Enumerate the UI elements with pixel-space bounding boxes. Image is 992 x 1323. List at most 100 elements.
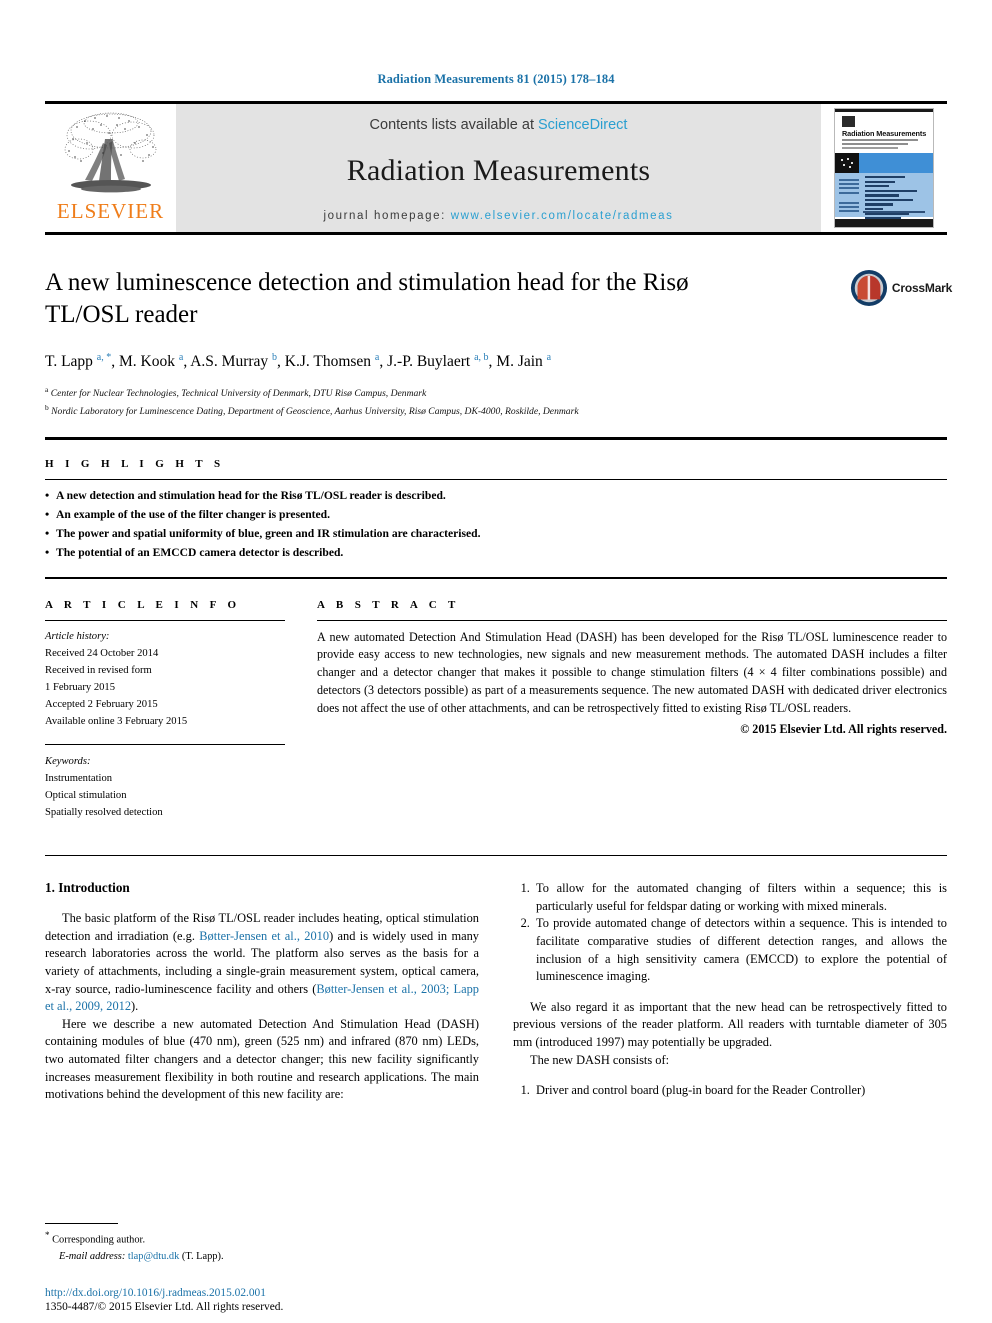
abstract-column: A B S T R A C T A new automated Detectio… xyxy=(317,599,947,822)
body-columns: 1. Introduction The basic platform of th… xyxy=(45,856,947,1104)
article-history-label: Article history: xyxy=(45,630,110,642)
body-right-column: To allow for the automated changing of f… xyxy=(513,880,947,1104)
homepage-url-link[interactable]: www.elsevier.com/locate/radmeas xyxy=(451,210,674,222)
elsevier-logo-block: ELSEVIER xyxy=(45,104,176,232)
author-marks: a xyxy=(374,352,380,363)
affiliation-item: b Nordic Laboratory for Luminescence Dat… xyxy=(45,402,765,420)
author-marks: b xyxy=(272,352,278,363)
homepage-label: journal homepage: xyxy=(323,210,446,222)
author-entry: J.-P. Buylaert a, b xyxy=(387,352,489,371)
list-item: Driver and control board (plug-in board … xyxy=(533,1082,947,1100)
paragraph: We also regard it as important that the … xyxy=(513,999,947,1050)
list-item: To allow for the automated changing of f… xyxy=(533,880,947,915)
journal-title: Radiation Measurements xyxy=(346,154,651,187)
email-link[interactable]: tlap@dtu.dk xyxy=(128,1251,179,1262)
history-item: Available online 3 February 2015 xyxy=(45,716,188,728)
motivations-list: To allow for the automated changing of f… xyxy=(513,880,947,986)
highlights-heading: H I G H L I G H T S xyxy=(45,458,225,471)
highlights-section: H I G H L I G H T S A new detection and … xyxy=(45,440,947,562)
cover-left-column-lines xyxy=(839,179,859,214)
doi-link[interactable]: http://dx.doi.org/10.1016/j.radmeas.2015… xyxy=(45,1287,545,1299)
affiliation-text: Center for Nuclear Technologies, Technic… xyxy=(50,388,427,400)
author-entry: M. Kook a xyxy=(119,352,184,371)
highlights-heading-rule xyxy=(45,479,947,481)
highlights-list: A new detection and stimulation head for… xyxy=(45,486,947,563)
contents-available-line: Contents lists available at ScienceDirec… xyxy=(370,117,628,133)
info-abstract-section: A R T I C L E I N F O Article history: R… xyxy=(45,579,947,822)
author-entry: A.S. Murray b xyxy=(190,352,278,371)
cover-footer-line xyxy=(863,211,925,213)
keyword-item: Spatially resolved detection xyxy=(45,806,163,818)
cover-bottom-bar xyxy=(835,219,933,227)
article-info-heading: A R T I C L E I N F O xyxy=(45,598,241,611)
footnote-area: * Corresponding author. E-mail address: … xyxy=(45,1223,465,1265)
affiliation-text: Nordic Laboratory for Luminescence Datin… xyxy=(51,406,579,418)
keyword-item: Instrumentation xyxy=(45,772,113,784)
affiliation-mark: a xyxy=(45,385,49,395)
list-item: A new detection and stimulation head for… xyxy=(45,486,947,506)
journal-masthead: ELSEVIER Contents lists available at Sci… xyxy=(45,101,947,232)
keywords-label: Keywords: xyxy=(45,755,91,767)
abstract-heading: A B S T R A C T xyxy=(317,598,460,611)
sciencedirect-link[interactable]: ScienceDirect xyxy=(538,117,627,133)
elsevier-tree-icon xyxy=(64,112,156,193)
author-entry: K.J. Thomsen a xyxy=(284,352,380,371)
cover-top-bar xyxy=(835,109,933,112)
author-marks: a, * xyxy=(96,352,112,363)
article-title: A new luminescence detection and stimula… xyxy=(45,269,689,328)
list-item: The potential of an EMCCD camera detecto… xyxy=(45,543,947,563)
author-marks: a, b xyxy=(474,352,489,363)
affiliation-list: a Center for Nuclear Technologies, Techn… xyxy=(45,384,765,419)
running-head: Radiation Measurements 81 (2015) 178–184 xyxy=(377,72,615,86)
crossmark-badge[interactable]: CrossMark xyxy=(850,269,952,307)
contents-prefix: Contents lists available at xyxy=(369,117,534,133)
list-item: The power and spatial uniformity of blue… xyxy=(45,524,947,544)
article-info-column: A R T I C L E I N F O Article history: R… xyxy=(45,599,285,822)
cover-right-column-lines xyxy=(865,176,923,222)
paragraph: The new DASH consists of: xyxy=(530,1052,670,1067)
dash-parts-list: Driver and control board (plug-in board … xyxy=(513,1082,947,1100)
section-heading-introduction: 1. Introduction xyxy=(45,880,130,896)
cover-subline-1 xyxy=(842,139,918,141)
cover-subline-2 xyxy=(842,143,908,145)
history-item: Received 24 October 2014 xyxy=(45,647,159,659)
article-history-block: Article history: Received 24 October 201… xyxy=(45,621,285,731)
keyword-item: Optical stimulation xyxy=(45,789,127,801)
journal-cover-thumbnail[interactable]: Radiation Measurements xyxy=(834,108,934,228)
author-entry: T. Lapp a, * xyxy=(45,352,112,371)
doi-area: http://dx.doi.org/10.1016/j.radmeas.2015… xyxy=(45,1287,545,1313)
history-item: 1 February 2015 xyxy=(45,682,116,694)
email-note: E-mail address: tlap@dtu.dk (T. Lapp). xyxy=(45,1249,465,1265)
history-item: Accepted 2 February 2015 xyxy=(45,699,158,711)
author-marks: a xyxy=(178,352,184,363)
title-author-area: A new luminescence detection and stimula… xyxy=(45,235,952,419)
citation-link[interactable]: Bøtter-Jensen et al., 2010 xyxy=(199,929,329,943)
paragraph-part: ). xyxy=(131,999,139,1014)
cover-subline-3 xyxy=(842,147,898,149)
paragraph: The basic platform of the Risø TL/OSL re… xyxy=(45,910,479,1016)
contents-banner: Contents lists available at ScienceDirec… xyxy=(176,104,821,232)
journal-homepage-line: journal homepage: www.elsevier.com/locat… xyxy=(323,210,673,222)
elsevier-wordmark: ELSEVIER xyxy=(56,199,165,223)
journal-cover-block: Radiation Measurements xyxy=(821,104,947,232)
email-label: E-mail address: xyxy=(59,1250,126,1262)
keywords-block: Keywords: Instrumentation Optical stimul… xyxy=(45,745,285,822)
list-item: An example of the use of the filter chan… xyxy=(45,505,947,525)
crossmark-icon xyxy=(850,269,887,307)
corresponding-author-text: Corresponding author. xyxy=(52,1234,146,1246)
history-item: Received in revised form xyxy=(45,664,152,676)
list-item: To provide automated change of detectors… xyxy=(533,915,947,985)
body-left-column: 1. Introduction The basic platform of th… xyxy=(45,880,479,1104)
cover-logo-square xyxy=(842,116,855,127)
paragraph: Here we describe a new automated Detecti… xyxy=(45,1016,479,1102)
affiliation-item: a Center for Nuclear Technologies, Techn… xyxy=(45,384,765,402)
corresponding-author-note: * Corresponding author. xyxy=(45,1230,146,1246)
author-entry: M. Jain a xyxy=(496,352,552,371)
issn-copyright-line: 1350-4487/© 2015 Elsevier Ltd. All right… xyxy=(45,1301,284,1313)
cover-dot-pattern-icon xyxy=(839,157,855,169)
crossmark-label: CrossMark xyxy=(891,281,953,295)
cover-title-text: Radiation Measurements xyxy=(842,129,927,138)
journal-article-page: Radiation Measurements 81 (2015) 178–184 xyxy=(0,0,992,1323)
abstract-copyright: © 2015 Elsevier Ltd. All rights reserved… xyxy=(740,722,947,737)
footnote-rule xyxy=(45,1223,118,1225)
